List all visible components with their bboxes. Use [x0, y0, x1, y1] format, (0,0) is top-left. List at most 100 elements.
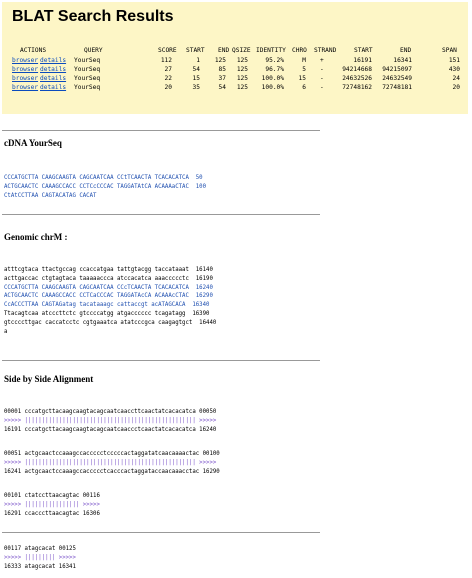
col-chro: CHRO: [292, 47, 307, 54]
alignment-target: 16291 ccacccttaacagtac 16306: [4, 510, 100, 517]
col-strand: STRAND: [314, 47, 337, 54]
divider: [2, 214, 320, 215]
genomic-title: Genomic chrM :: [4, 232, 68, 242]
col-end: END: [218, 47, 230, 54]
start-cell: 35: [192, 84, 200, 91]
col-span: SPAN: [442, 47, 457, 54]
alignment-match: >>>>> ||||||||||||||||||||||||||||||||||…: [4, 459, 217, 466]
score-cell: 27: [164, 66, 172, 73]
table-row: browser details YourSeq 22 15 37 125 100…: [12, 74, 464, 83]
identity-cell: 96.7%: [265, 66, 284, 73]
strand-cell: +: [320, 57, 324, 64]
table-row: browser details YourSeq 112 1 125 125 95…: [12, 56, 464, 65]
chro-cell: 5: [302, 66, 306, 73]
alignment-block: 00001 cccatgcttacaagcaagtacagcaatcaacctt…: [4, 408, 216, 434]
divider: [2, 130, 320, 131]
genomic-line: atttcgtaca ttactgccag ccaccatgaa tattgta…: [4, 267, 213, 273]
tstart-cell: 72748162: [342, 84, 372, 91]
alignment-target: 16191 cccatgcttacaagcaagtacagcaatcaaccct…: [4, 426, 217, 433]
alignment-query: 00051 actgcaactccaaagccaccccctcccccactag…: [4, 451, 220, 457]
qsize-cell: 125: [236, 84, 248, 91]
table-header: ACTIONS QUERY SCORE START END QSIZE IDEN…: [12, 46, 464, 56]
alignment-block: 00051 actgcaactccaaagccaccccctcccccactag…: [4, 450, 220, 476]
browser-link[interactable]: browser: [12, 83, 38, 92]
alignment-query: 00117 atagcacat 00125: [4, 546, 76, 552]
cdna-line: CCCATGCTTA CAAGCAAGTA CAGCAATCAA CCtTCAA…: [4, 175, 203, 181]
genomic-line: CCCATGCTTA CAAGCAAGTA CAGCAATCAA CCcTCAA…: [4, 284, 213, 291]
browser-link[interactable]: browser: [12, 74, 38, 83]
tstart-cell: 24632526: [342, 75, 372, 82]
details-link[interactable]: details: [40, 83, 66, 92]
end-cell: 125: [214, 57, 226, 64]
cdna-line: ACTGCAACTC CAAAGCCACC CCTCcCCCAC TAGGATA…: [4, 183, 207, 190]
start-cell: 1: [196, 57, 200, 64]
results-table: ACTIONS QUERY SCORE START END QSIZE IDEN…: [12, 46, 464, 92]
results-panel: BLAT Search Results ACTIONS QUERY SCORE …: [2, 2, 468, 114]
alignment-block: 00117 atagcacat 00125 >>>>> ||||||||| >>…: [4, 545, 76, 571]
col-actions: ACTIONS: [20, 47, 47, 54]
start-cell: 15: [192, 75, 200, 82]
genomic-sequence: atttcgtaca ttactgccag ccaccatgaa tattgta…: [4, 266, 216, 336]
alignment-match: >>>>> ||||||||| >>>>>: [4, 554, 76, 561]
tend-cell: 72748181: [382, 84, 412, 91]
chro-cell: M: [302, 57, 306, 64]
tend-cell: 94215097: [382, 66, 412, 73]
table-row: browser details YourSeq 27 54 85 125 96.…: [12, 65, 464, 74]
cdna-sequence: CCCATGCTTA CAAGCAAGTA CAGCAATCAA CCtTCAA…: [4, 174, 206, 200]
details-link[interactable]: details: [40, 56, 66, 65]
alignment-target: 16333 atagcacat 16341: [4, 563, 76, 570]
browser-link[interactable]: browser: [12, 65, 38, 74]
score-cell: 112: [160, 57, 172, 64]
end-cell: 85: [218, 66, 226, 73]
side-title: Side by Side Alignment: [4, 374, 94, 384]
alignment-block: 00101 ctatccttaacagtac 00116 >>>>> |||||…: [4, 492, 100, 518]
divider: [2, 532, 320, 533]
qsize-cell: 125: [236, 75, 248, 82]
genomic-line: a: [4, 328, 8, 335]
col-qsize: QSIZE: [232, 47, 251, 54]
alignment-target: 16241 actgcaactccaaagccaccccctcacccactag…: [4, 468, 220, 475]
identity-cell: 100.0%: [261, 75, 284, 82]
col-start: START: [186, 47, 205, 54]
end-cell: 37: [218, 75, 226, 82]
end-cell: 54: [218, 84, 226, 91]
alignment-match: >>>>> |||||||||||||||| >>>>>: [4, 501, 100, 508]
tstart-cell: 94214668: [342, 66, 372, 73]
span-cell: 20: [452, 84, 460, 91]
genomic-line: ACTGCAACTC CAAAGCCACC CCTCaCCCAC TAGGATA…: [4, 293, 213, 300]
genomic-line: gtccccttgac caccatcctc cgtgaaatca atatcc…: [4, 319, 217, 326]
tend-cell: 24632549: [382, 75, 412, 82]
genomic-line: CcACCCTTAA CAGTAGatag tacataaagc cattacc…: [4, 302, 210, 309]
query-cell: YourSeq: [74, 75, 101, 82]
query-cell: YourSeq: [74, 66, 101, 73]
span-cell: 430: [448, 66, 460, 73]
alignment-match: >>>>> ||||||||||||||||||||||||||||||||||…: [4, 417, 217, 424]
identity-cell: 95.2%: [265, 57, 284, 64]
cdna-title: cDNA YourSeq: [4, 138, 62, 148]
col-query: QUERY: [84, 47, 103, 54]
chro-cell: 15: [298, 75, 306, 82]
tstart-cell: 16191: [353, 57, 372, 64]
span-cell: 151: [448, 57, 460, 64]
page-title: BLAT Search Results: [12, 8, 174, 25]
qsize-cell: 125: [236, 57, 248, 64]
span-cell: 24: [452, 75, 460, 82]
col-tend: END: [400, 47, 412, 54]
alignment-query: 00001 cccatgcttacaagcaagtacagcaatcaacctt…: [4, 409, 217, 415]
details-link[interactable]: details: [40, 74, 66, 83]
score-cell: 20: [164, 84, 172, 91]
score-cell: 22: [164, 75, 172, 82]
query-cell: YourSeq: [74, 57, 101, 64]
genomic-line: acttgaccac ctgtagtaca taaaaaccca atccaca…: [4, 275, 213, 282]
chro-cell: 6: [302, 84, 306, 91]
details-link[interactable]: details: [40, 65, 66, 74]
strand-cell: -: [320, 66, 324, 73]
start-cell: 54: [192, 66, 200, 73]
browser-link[interactable]: browser: [12, 56, 38, 65]
col-tstart: START: [354, 47, 373, 54]
query-cell: YourSeq: [74, 84, 101, 91]
strand-cell: -: [320, 84, 324, 91]
cdna-line: CtAtCCTTAA CAGTACATAG CACAT: [4, 192, 97, 199]
col-score: SCORE: [158, 47, 177, 54]
divider: [2, 360, 320, 361]
